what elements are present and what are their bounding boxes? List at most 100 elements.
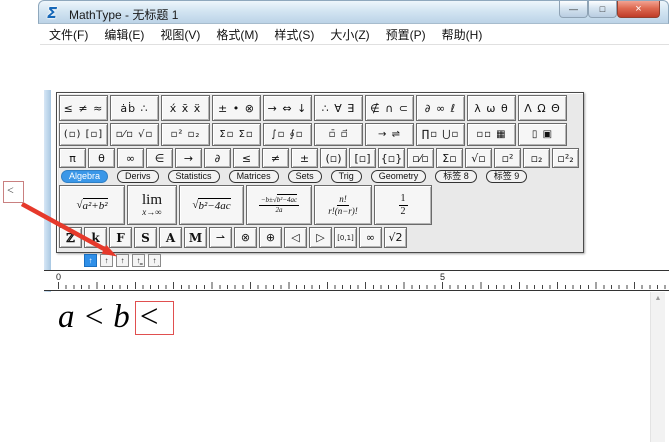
logic-palette-button[interactable]: ∴ ∀ ∃	[314, 95, 363, 121]
minimize-button[interactable]: —	[559, 1, 588, 18]
symbol-circled-plus-button[interactable]: ⊕	[259, 227, 282, 248]
symbol-f-button[interactable]: F	[109, 227, 132, 248]
tab-stop-equals-button[interactable]: ↑=	[132, 254, 145, 267]
toolbar-row-small-symbols: π θ ∞ ∈ → ∂ ≤ ≠ ± (▫) [▫] {▫} ▫⁄▫ Σ▫ √▫ …	[59, 148, 581, 168]
close-button[interactable]: ×	[617, 1, 660, 18]
sum-button[interactable]: Σ▫	[436, 148, 463, 168]
overbar-template-button[interactable]: ▫̄ ▫⃗	[314, 123, 363, 146]
template-quadratic-formula[interactable]: −b±√b²−4ac 2a	[246, 185, 312, 225]
pi-button[interactable]: π	[59, 148, 86, 168]
subscript-superscript-template-button[interactable]: ▫² ▫₂	[161, 123, 210, 146]
symbol-left-triangle-button[interactable]: ◁	[284, 227, 307, 248]
symbol-k-button[interactable]: k	[84, 227, 107, 248]
menu-edit[interactable]: 编辑(E)	[104, 26, 144, 43]
element-of-button[interactable]: ∈	[146, 148, 173, 168]
partial-button[interactable]: ∂	[204, 148, 231, 168]
menu-style[interactable]: 样式(S)	[274, 26, 314, 43]
tab-trig[interactable]: Trig	[331, 170, 362, 183]
menu-bar: 文件(F) 编辑(E) 视图(V) 格式(M) 样式(S) 大小(Z) 预置(P…	[40, 24, 669, 45]
scroll-up-icon[interactable]: ▲	[655, 295, 662, 302]
superscript-button[interactable]: ▫²	[494, 148, 521, 168]
spaces-ellipses-palette-button[interactable]: ȧḃ ∴	[110, 95, 159, 121]
fraction-radical-template-button[interactable]: ▫⁄▫ √▫	[110, 123, 159, 146]
tab-stop-center-button[interactable]: ↑	[100, 254, 113, 267]
tab-stop-decimal-button[interactable]: ↑.	[148, 254, 161, 267]
misc-symbols-palette-button[interactable]: ∂ ∞ ℓ	[416, 95, 465, 121]
template-one-half[interactable]: 1 2	[374, 185, 432, 225]
integral-template-button[interactable]: ∫▫ ∮▫	[263, 123, 312, 146]
leq-button[interactable]: ≤	[233, 148, 260, 168]
menu-format[interactable]: 格式(M)	[216, 26, 258, 43]
symbol-infinity-button[interactable]: ∞	[359, 227, 382, 248]
tab-sets[interactable]: Sets	[288, 170, 322, 183]
set-theory-palette-button[interactable]: ∉ ∩ ⊂	[365, 95, 414, 121]
denominator: 2	[401, 206, 406, 218]
greek-uppercase-palette-button[interactable]: Λ Ω Θ	[518, 95, 567, 121]
symbol-harpoon-button[interactable]: ⇀	[209, 227, 232, 248]
plus-minus-button[interactable]: ±	[291, 148, 318, 168]
right-arrow-button[interactable]: →	[175, 148, 202, 168]
title-bar[interactable]: Σ MathType - 无标题 1 — □ ×	[38, 0, 669, 24]
greek-lowercase-palette-button[interactable]: λ ω θ	[467, 95, 516, 121]
infinity-button[interactable]: ∞	[117, 148, 144, 168]
theta-button[interactable]: θ	[88, 148, 115, 168]
ruler[interactable]: 0 5	[44, 270, 669, 291]
equation-expression: a < b	[58, 299, 130, 336]
symbol-fraktur-m-button[interactable]: M	[184, 227, 207, 248]
subscript-button[interactable]: ▫₂	[523, 148, 550, 168]
numerator: 1	[399, 193, 408, 206]
symbol-fraktur-a-button[interactable]: A	[159, 227, 182, 248]
menu-view[interactable]: 视图(V)	[160, 26, 200, 43]
paren-template-button[interactable]: (▫)	[320, 148, 347, 168]
tab-derivs[interactable]: Derivs	[117, 170, 159, 183]
tab-algebra[interactable]: Algebra	[61, 170, 108, 183]
tab-geometry[interactable]: Geometry	[371, 170, 427, 183]
symbol-s-button[interactable]: S	[134, 227, 157, 248]
numerator: n!	[337, 194, 349, 205]
sqrt-button[interactable]: √▫	[465, 148, 492, 168]
up-arrow-icon: ↑	[121, 256, 125, 265]
symbol-blackboard-z-button[interactable]: ℤ	[59, 227, 82, 248]
fences-template-button[interactable]: (▫) [▫]	[59, 123, 108, 146]
menu-preferences[interactable]: 预置(P)	[386, 26, 426, 43]
tab-stop-right-button[interactable]: ↑	[116, 254, 129, 267]
relations-palette-button[interactable]: ≤ ≠ ≈	[59, 95, 108, 121]
menu-size[interactable]: 大小(Z)	[330, 26, 369, 43]
summation-template-button[interactable]: Σ▫ Σ▫	[212, 123, 261, 146]
box-template-button[interactable]: ▯ ▣	[518, 123, 567, 146]
neq-button[interactable]: ≠	[262, 148, 289, 168]
embellishments-palette-button[interactable]: x́ x̄ ẍ	[161, 95, 210, 121]
vertical-scrollbar[interactable]: ▲ ▼	[650, 292, 665, 442]
labeled-arrow-template-button[interactable]: → ⇌	[365, 123, 414, 146]
operators-palette-button[interactable]: ± • ⊗	[212, 95, 261, 121]
tab-stop-left-button[interactable]: ↑	[84, 254, 97, 267]
sub-superscript-button[interactable]: ▫²₂	[552, 148, 579, 168]
symbol-circled-times-button[interactable]: ⊗	[234, 227, 257, 248]
radical-body: b²−4ac	[277, 194, 297, 204]
up-arrow-icon: ↑	[153, 256, 157, 265]
equation-editing-area[interactable]: a < b <	[44, 292, 650, 442]
symbol-right-triangle-button[interactable]: ▷	[309, 227, 332, 248]
template-binomial[interactable]: n! r!(n−r)!	[314, 185, 372, 225]
template-sqrt-a2-b2[interactable]: √a²+b²	[59, 185, 125, 225]
brace-template-button[interactable]: {▫}	[378, 148, 405, 168]
symbol-interval-button[interactable]: [0,1]	[334, 227, 357, 248]
limit-word: lim	[142, 193, 162, 208]
template-sqrt-discriminant[interactable]: √b²−4ac	[179, 185, 244, 225]
restore-button[interactable]: □	[588, 1, 617, 18]
menu-file[interactable]: 文件(F)	[49, 26, 88, 43]
product-template-button[interactable]: ∏▫ ⋃▫	[416, 123, 465, 146]
template-limit[interactable]: lim x→∞	[127, 185, 177, 225]
ruler-ticks	[58, 279, 669, 289]
menu-help[interactable]: 帮助(H)	[442, 26, 483, 43]
bracket-template-button[interactable]: [▫]	[349, 148, 376, 168]
matrix-template-button[interactable]: ▫▫ ▦	[467, 123, 516, 146]
fraction-button[interactable]: ▫⁄▫	[407, 148, 434, 168]
tab-statistics[interactable]: Statistics	[168, 170, 220, 183]
symbol-sqrt2-button[interactable]: √2	[384, 227, 407, 248]
tab-9[interactable]: 标签 9	[486, 170, 528, 183]
tab-matrices[interactable]: Matrices	[229, 170, 279, 183]
radical-body: a²+b²	[83, 198, 108, 212]
tab-8[interactable]: 标签 8	[435, 170, 477, 183]
arrows-palette-button[interactable]: → ⇔ ↓	[263, 95, 312, 121]
